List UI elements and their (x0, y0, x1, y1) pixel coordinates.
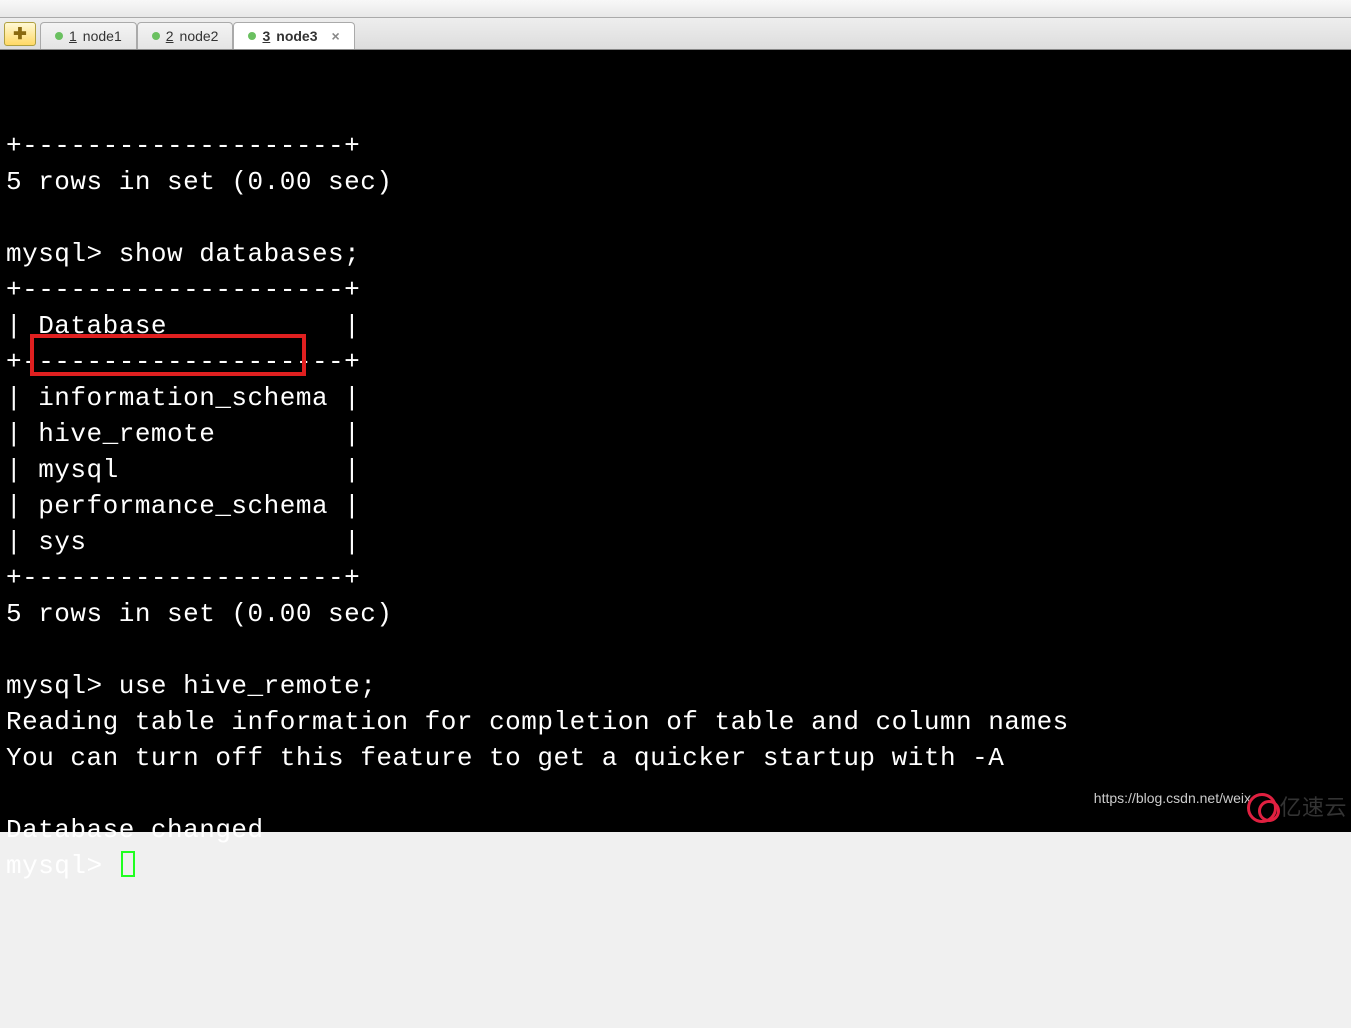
watermark-url: https://blog.csdn.net/weix (1094, 780, 1251, 816)
tab-number: 2 (166, 28, 174, 44)
logo-icon (1247, 793, 1277, 823)
logo-text: 亿速云 (1279, 790, 1347, 826)
terminal-output[interactable]: +--------------------+ 5 rows in set (0.… (0, 50, 1351, 832)
app-toolbar (0, 0, 1351, 18)
tab-number: 1 (69, 28, 77, 44)
tab-label: node3 (276, 28, 317, 44)
tab-bar: ✚ 1 node12 node23 node3× (0, 18, 1351, 50)
tab-node1[interactable]: 1 node1 (40, 22, 137, 49)
status-dot-icon (152, 32, 160, 40)
tab-node3[interactable]: 3 node3 × (233, 22, 354, 49)
status-dot-icon (55, 32, 63, 40)
tab-label: node1 (83, 28, 122, 44)
watermark-logo: 亿速云 (1247, 790, 1347, 826)
tab-label: node2 (180, 28, 219, 44)
terminal-cursor (121, 851, 135, 877)
plus-icon: ✚ (13, 24, 26, 44)
new-tab-button[interactable]: ✚ (4, 22, 36, 46)
tab-node2[interactable]: 2 node2 (137, 22, 234, 49)
tab-number: 3 (262, 28, 270, 44)
status-dot-icon (248, 32, 256, 40)
close-icon[interactable]: × (332, 28, 340, 44)
